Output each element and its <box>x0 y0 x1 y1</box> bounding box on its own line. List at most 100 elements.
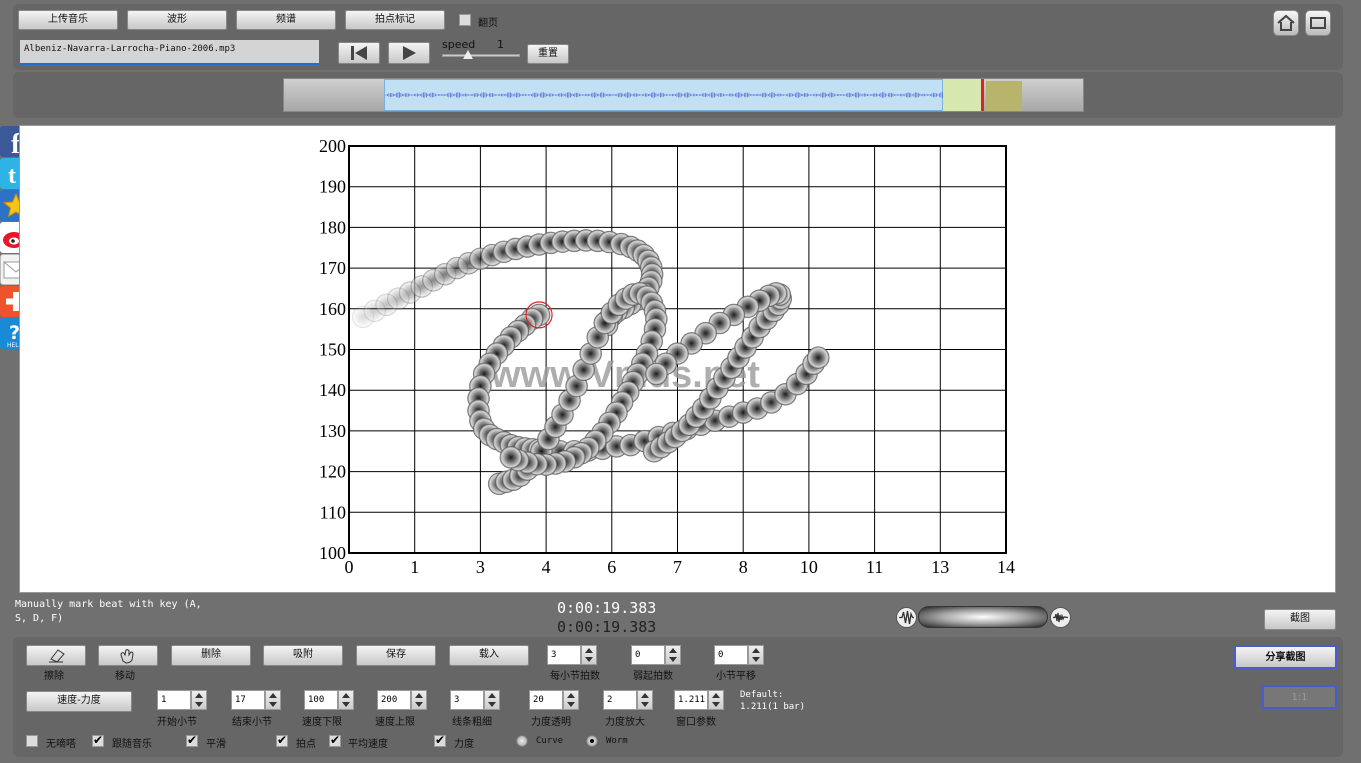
line-width-value[interactable]: 3 <box>450 690 484 710</box>
x-tick-label: 10 <box>800 557 818 577</box>
dynamic-scale-stepper[interactable]: 2 <box>603 690 661 710</box>
reset-button[interactable]: 重置 <box>527 44 569 64</box>
move-label: 移动 <box>115 671 135 682</box>
start-bar-arrows[interactable] <box>191 690 207 710</box>
display-mode-radio[interactable] <box>516 735 528 747</box>
tempo-dynamic-chart[interactable]: 0 1 3 4 6 7 8 10 11 13 141001101201301401501601701… <box>19 125 1336 593</box>
x-tick-label: 14 <box>997 557 1015 577</box>
home-icon[interactable] <box>1273 10 1299 36</box>
x-tick-label: 3 <box>476 557 485 577</box>
start-bar-stepper[interactable]: 1 <box>157 690 215 710</box>
option-checkbox[interactable] <box>92 733 104 747</box>
window-param-value[interactable]: 1.211 <box>674 690 708 710</box>
move-button[interactable] <box>98 645 158 666</box>
dynamic-transparency-stepper[interactable]: 20 <box>529 690 587 710</box>
waveform-button[interactable]: 波形 <box>127 10 227 30</box>
tempo-min-label: 速度下限 <box>302 717 342 728</box>
bar-offset-stepper[interactable]: 0 <box>714 645 772 665</box>
volume-slider[interactable] <box>918 606 1048 628</box>
window-param-arrows[interactable] <box>708 690 724 710</box>
dynamic-scale-arrows[interactable] <box>637 690 653 710</box>
speed-slider-thumb[interactable] <box>462 50 473 59</box>
beat-point[interactable] <box>499 446 523 469</box>
display-mode-label: Curve <box>536 736 564 746</box>
tempo-min-arrows[interactable] <box>338 690 354 710</box>
tempo-max-arrows[interactable] <box>411 690 427 710</box>
screenshot-button[interactable]: 截图 <box>1264 609 1336 630</box>
dynamic-scale-value[interactable]: 2 <box>603 690 637 710</box>
lookahead-region <box>943 79 982 111</box>
tempo-dynamic-mode-button[interactable]: 速度-力度 <box>26 691 132 712</box>
window-param-stepper[interactable]: 1.211 <box>674 690 732 710</box>
tempo-min-stepper[interactable]: 100 <box>304 690 362 710</box>
bar-offset-value[interactable]: 0 <box>714 645 748 665</box>
option-checkbox-label: 无嘀嗒 <box>46 739 76 750</box>
filename-field[interactable]: Albeniz-Navarra-Larrocha-Piano-2006.mp3 <box>20 40 319 65</box>
waveform-path <box>385 92 943 98</box>
future-region <box>985 81 1022 111</box>
playhead-marker[interactable] <box>980 79 984 111</box>
line-width-label: 线条粗细 <box>452 717 492 728</box>
rewind-button[interactable] <box>338 42 380 64</box>
upload-music-button[interactable]: 上传音乐 <box>18 10 118 30</box>
ratio-button[interactable]: 1:1 <box>1262 685 1337 709</box>
display-mode-label: Worm <box>606 736 628 746</box>
svg-text:t: t <box>8 163 16 189</box>
x-tick-label: 6 <box>607 557 616 577</box>
flip-page-label: 翻页 <box>478 18 498 29</box>
line-width-stepper[interactable]: 3 <box>450 690 508 710</box>
snap-button[interactable]: 吸附 <box>263 645 343 666</box>
beat-point[interactable] <box>645 362 668 386</box>
speed-slider[interactable] <box>442 50 520 59</box>
option-checkbox[interactable] <box>434 733 446 747</box>
spectrum-button[interactable]: 频谱 <box>236 10 336 30</box>
option-checkbox-label: 跟随音乐 <box>112 739 152 750</box>
beat-mark-button[interactable]: 拍点标记 <box>345 10 445 30</box>
waveform-overview[interactable] <box>283 78 1084 112</box>
dynamic-transparency-value[interactable]: 20 <box>529 690 563 710</box>
delete-button[interactable]: 删除 <box>171 645 251 666</box>
hand-icon <box>120 649 134 664</box>
waveform-left-icon[interactable] <box>896 607 917 628</box>
save-button[interactable]: 保存 <box>356 645 436 666</box>
tempo-max-stepper[interactable]: 200 <box>377 690 435 710</box>
end-bar-arrows[interactable] <box>265 690 281 710</box>
tempo-max-label: 速度上限 <box>375 717 415 728</box>
end-bar-value[interactable]: 17 <box>231 690 265 710</box>
tempo-min-value[interactable]: 100 <box>304 690 338 710</box>
play-button[interactable] <box>388 42 430 64</box>
x-tick-label: 8 <box>739 557 748 577</box>
share-screenshot-button[interactable]: 分享截图 <box>1234 645 1337 669</box>
line-width-arrows[interactable] <box>484 690 500 710</box>
pickup-beats-value[interactable]: 0 <box>631 645 665 665</box>
pickup-beats-stepper[interactable]: 0 <box>631 645 689 665</box>
tempo-max-value[interactable]: 200 <box>377 690 411 710</box>
flip-page-checkbox[interactable] <box>459 14 471 26</box>
y-tick-label: 160 <box>319 299 346 319</box>
fullscreen-icon[interactable] <box>1305 10 1331 36</box>
end-bar-stepper[interactable]: 17 <box>231 690 289 710</box>
beats-per-bar-arrows[interactable] <box>581 645 597 665</box>
option-checkbox[interactable] <box>186 733 198 747</box>
beats-per-bar-stepper[interactable]: 3 <box>547 645 605 665</box>
default-label: Default: <box>740 690 784 700</box>
pickup-beats-arrows[interactable] <box>665 645 681 665</box>
beat-point[interactable] <box>806 346 830 369</box>
x-tick-label: 11 <box>866 557 883 577</box>
start-bar-value[interactable]: 1 <box>157 690 191 710</box>
end-bar-label: 结束小节 <box>232 717 272 728</box>
option-checkbox[interactable] <box>276 733 288 747</box>
dynamic-transparency-arrows[interactable] <box>563 690 579 710</box>
waveform-right-icon[interactable] <box>1050 607 1071 628</box>
erase-button[interactable] <box>26 645 86 666</box>
beats-per-bar-value[interactable]: 3 <box>547 645 581 665</box>
load-button[interactable]: 载入 <box>449 645 529 666</box>
pickup-beats-label: 弱起拍数 <box>633 671 673 682</box>
y-tick-label: 170 <box>319 258 346 278</box>
option-checkbox[interactable] <box>26 735 38 747</box>
option-checkbox-label: 力度 <box>454 739 474 750</box>
display-mode-radio[interactable] <box>586 735 598 747</box>
bar-offset-arrows[interactable] <box>748 645 764 665</box>
y-tick-label: 180 <box>319 217 346 237</box>
option-checkbox[interactable] <box>329 733 341 747</box>
